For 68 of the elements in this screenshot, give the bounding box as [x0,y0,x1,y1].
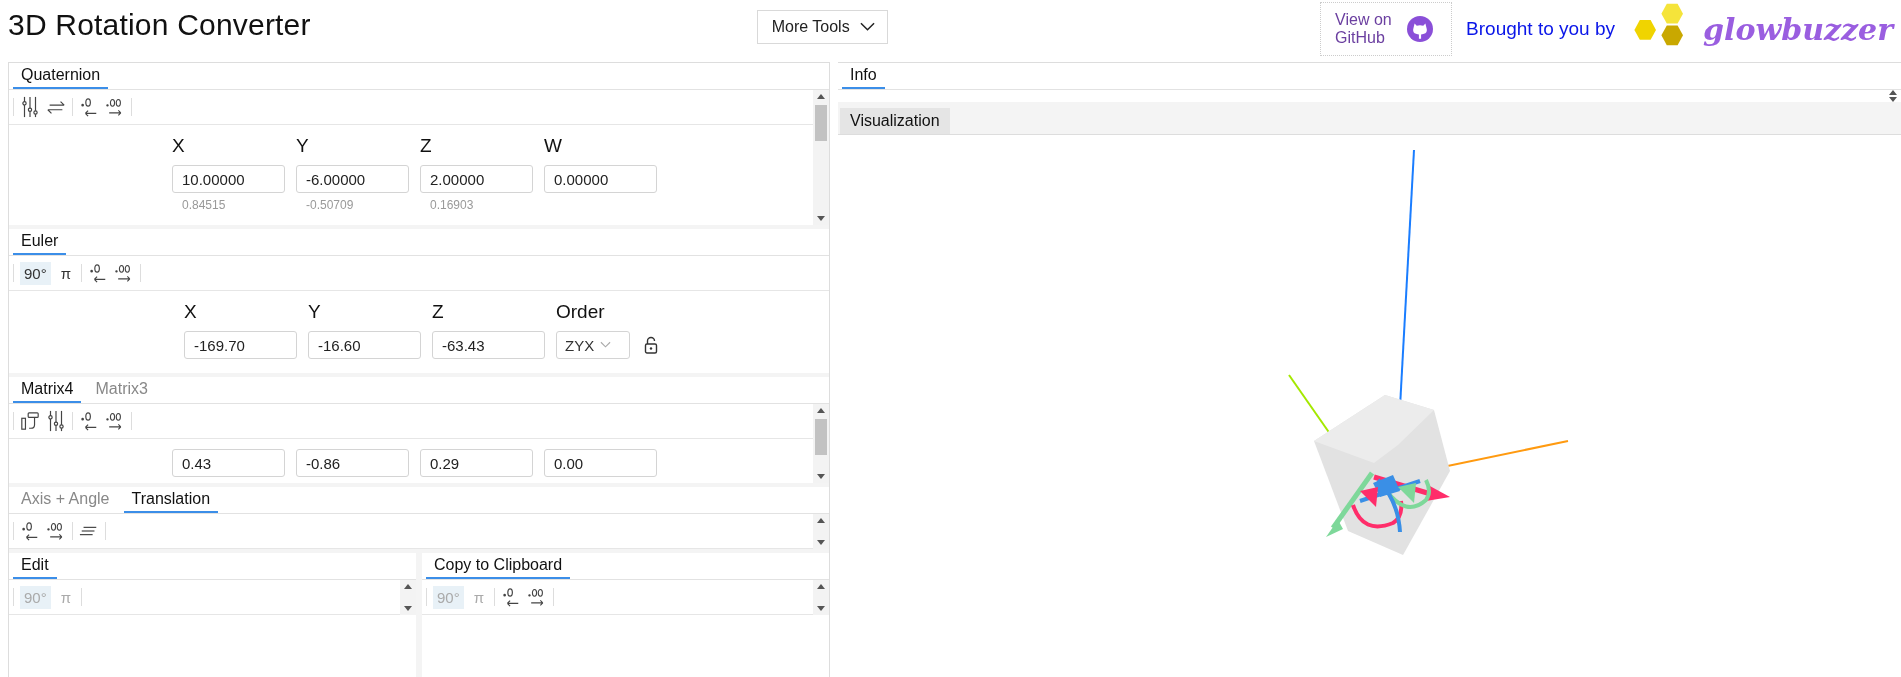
scrollbar[interactable] [400,580,416,615]
app-title: 3D Rotation Converter [8,8,311,42]
matrix-cell-field[interactable]: 0.43 [172,449,285,477]
value-field[interactable]: 2.00000 [420,165,533,193]
scroll-down-icon[interactable] [404,606,412,611]
scrollbar[interactable] [813,580,829,615]
order-select[interactable]: ZYX [556,331,630,359]
value-field[interactable]: -169.70 [184,331,297,359]
scroll-up-icon[interactable] [817,94,825,99]
scroll-up-icon[interactable] [817,518,825,523]
axis-label: X [184,301,198,323]
decimal-decrease-icon[interactable] [79,96,99,118]
scroll-up-icon[interactable] [404,584,412,589]
axis-label: Y [296,135,310,157]
panel-tab[interactable]: Visualization [840,108,950,134]
axis-label: Z [420,135,433,157]
cat-logo-icon [1407,16,1434,42]
normalized-value: 0.84515 [181,197,227,212]
scroll-down-icon[interactable] [817,606,825,611]
value-field[interactable]: -63.43 [432,331,545,359]
sliders-icon[interactable] [20,96,40,118]
scrollbar-thumb[interactable] [815,419,827,455]
unit-toggle[interactable]: 90° [20,261,51,285]
axis-label: W [544,135,563,157]
scrollbar[interactable] [813,90,829,225]
scroll-up-icon[interactable] [817,408,825,413]
unit-toggle[interactable]: π [56,261,76,285]
scrollbar-thumb[interactable] [815,105,827,141]
panel-tab[interactable]: Copy to Clipboard [426,553,571,579]
sliders-icon[interactable] [46,410,66,432]
matrix-cell-field[interactable]: -0.86 [296,449,409,477]
github-link[interactable]: View on GitHub [1320,2,1453,56]
normalized-value: 0.16903 [429,197,475,212]
axis-label: X [172,135,186,157]
axis-label: Y [308,301,322,323]
scroll-up-icon[interactable] [817,584,825,589]
layout-icon[interactable] [20,410,40,432]
panel-tab[interactable]: Matrix4 [13,377,82,403]
chevron-down-icon [859,22,875,32]
decimal-decrease-icon[interactable] [20,520,40,542]
unlocked-padlock-icon[interactable] [644,336,658,354]
scroll-down-icon[interactable] [817,540,825,545]
scrollbar[interactable] [813,514,829,549]
panel-tab[interactable]: Edit [13,553,57,579]
spinner-arrows-icon[interactable] [1889,90,1897,102]
company-logo[interactable]: glowbuzzer [1629,0,1893,58]
credit-text: Brought to you by [1466,18,1616,40]
normalized-value: -0.50709 [305,197,355,212]
panel-tab[interactable]: Axis + Angle [13,487,118,513]
decimal-decrease-icon[interactable] [79,410,99,432]
matrix-cell-field[interactable]: 0.29 [420,449,533,477]
value-field[interactable]: -6.00000 [296,165,409,193]
chevron-down-icon [600,341,612,349]
axis-label: Z [432,301,445,323]
scroll-down-icon[interactable] [817,474,825,479]
panel-tab[interactable]: Euler [13,229,67,255]
value-field[interactable]: 10.00000 [172,165,285,193]
order-label: Order [556,301,606,323]
panel-tab[interactable]: Translation [123,487,219,513]
panel-tab[interactable]: Matrix3 [87,377,156,403]
scrollbar[interactable] [813,404,829,483]
panel-tab[interactable]: Quaternion [13,63,109,89]
scroll-down-icon[interactable] [817,216,825,221]
panel-tab[interactable]: Info [842,63,885,89]
more-tools-dropdown[interactable]: More Tools [756,10,888,44]
value-field[interactable]: 0.00000 [544,165,657,193]
matrix-cell-field[interactable]: 0.00 [544,449,657,477]
value-field[interactable]: -16.60 [308,331,421,359]
